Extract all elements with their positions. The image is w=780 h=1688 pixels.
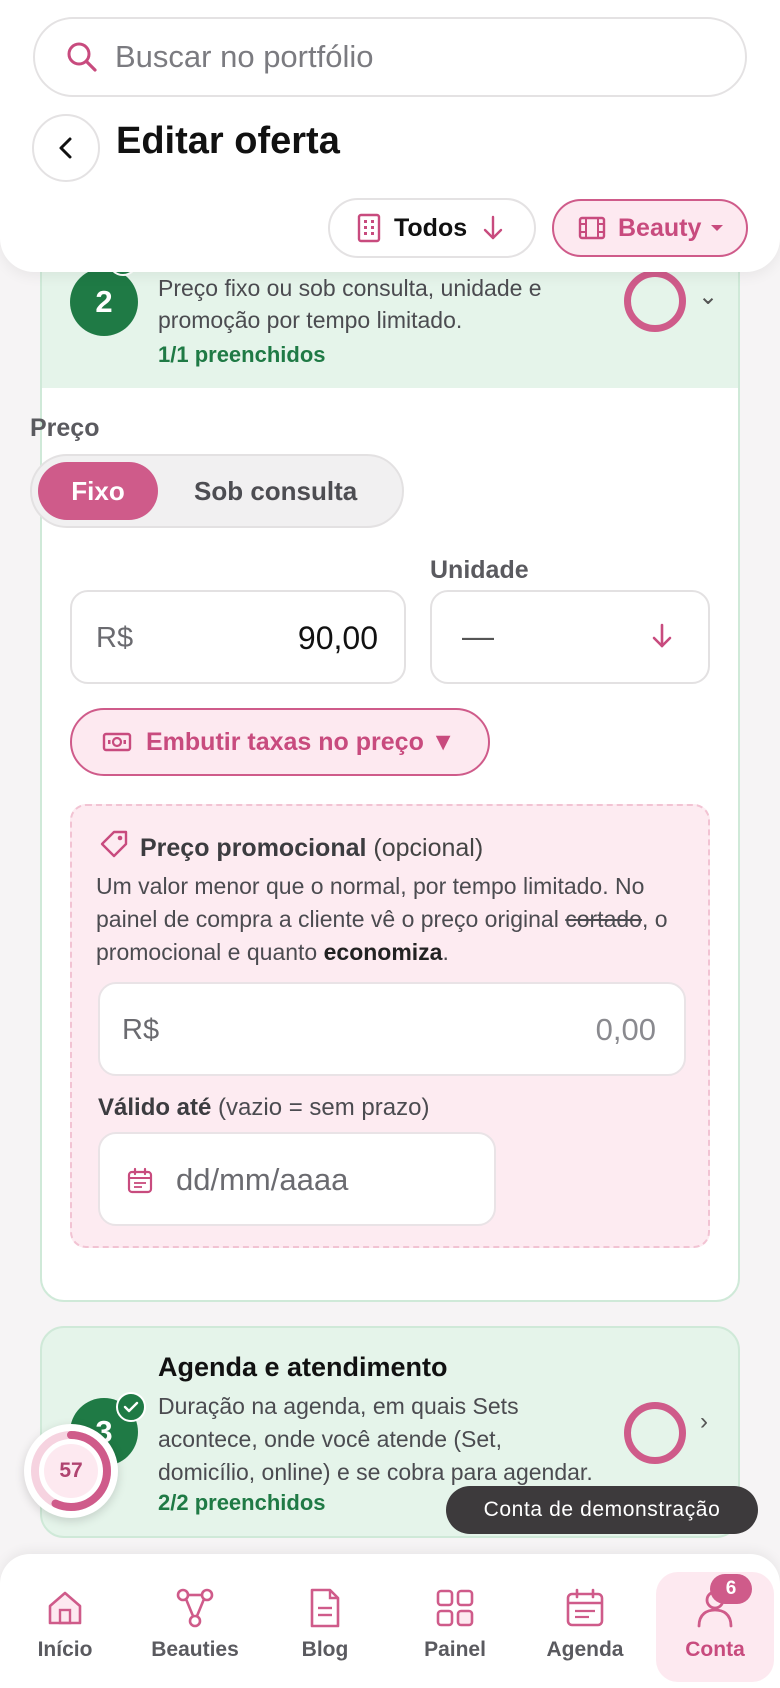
- promo-price-field[interactable]: R$ 0,00: [98, 982, 686, 1076]
- search-icon: [67, 42, 97, 72]
- completion-progress-badge[interactable]: 57: [24, 1424, 118, 1518]
- filter-todos-label: Todos: [394, 213, 468, 242]
- nav-item-painel[interactable]: Painel: [390, 1554, 520, 1688]
- section-title: Agenda e atendimento: [158, 1352, 448, 1382]
- valid-until-date-field[interactable]: dd/mm/aaaa: [98, 1132, 496, 1226]
- building-icon: [357, 213, 381, 243]
- step-number-badge: 2: [70, 268, 138, 336]
- chevron-left-icon: [59, 137, 72, 159]
- nav-label: Beauties: [151, 1638, 239, 1661]
- filter-todos-button[interactable]: Todos: [328, 198, 536, 258]
- promo-desc-strike: cortado: [565, 906, 642, 932]
- promo-desc-bold: economiza: [323, 939, 443, 965]
- calendar-icon: [566, 1588, 604, 1627]
- search-bar[interactable]: Buscar no portfólio: [33, 17, 747, 97]
- price-value[interactable]: 90,00: [298, 620, 378, 657]
- promo-title-suffix: (opcional): [373, 834, 484, 862]
- embed-fees-label: Embutir taxas no preço ▼: [146, 727, 456, 756]
- promo-price-placeholder[interactable]: 0,00: [596, 1012, 656, 1048]
- date-placeholder[interactable]: dd/mm/aaaa: [176, 1162, 348, 1198]
- promo-price-box: Preço promocional (opcional) Um valor me…: [70, 804, 710, 1248]
- embed-fees-button[interactable]: Embutir taxas no preço ▼: [70, 708, 490, 776]
- option-consult-button[interactable]: Sob consulta: [194, 476, 357, 507]
- nav-item-blog[interactable]: Blog: [260, 1554, 390, 1688]
- demo-account-toast: Conta de demonstração: [446, 1486, 758, 1534]
- back-button[interactable]: [32, 114, 100, 182]
- section-description-line2: acontece, onde você atende (Set,: [158, 1426, 502, 1452]
- progress-value: 57: [59, 1459, 83, 1482]
- nav-item-agenda[interactable]: Agenda: [520, 1554, 650, 1688]
- filter-beauty-label: Beauty: [618, 213, 702, 242]
- nav-label: Início: [37, 1638, 93, 1661]
- money-icon: [102, 732, 132, 752]
- section-description-line1: Duração na agenda, em quais Sets: [158, 1393, 519, 1419]
- calendar-icon: [127, 1167, 153, 1194]
- promo-desc-part1: Um valor menor que o normal, por tempo l…: [96, 873, 645, 932]
- check-icon: [116, 1392, 146, 1422]
- nav-label: Blog: [301, 1638, 349, 1661]
- nav-item-beauties[interactable]: Beauties: [130, 1554, 260, 1688]
- arrow-down-icon: [652, 623, 672, 648]
- nav-label: Conta: [685, 1638, 745, 1661]
- grid-icon: [436, 1589, 474, 1627]
- unit-label: Unidade: [430, 556, 529, 584]
- progress-ring-icon: [624, 1402, 686, 1464]
- unit-value: —: [462, 618, 494, 654]
- network-icon: [176, 1588, 214, 1628]
- nav-item-conta[interactable]: Conta: [650, 1554, 780, 1688]
- option-fixed-button[interactable]: Fixo: [38, 462, 158, 520]
- chevron-down-icon[interactable]: ⌄: [698, 282, 718, 311]
- promo-description: Um valor menor que o normal, por tempo l…: [96, 870, 696, 969]
- price-label: Preço: [30, 414, 100, 442]
- chevron-right-icon[interactable]: ›: [700, 1408, 708, 1436]
- promo-title: Preço promocional (opcional): [140, 834, 483, 863]
- caret-down-icon: [711, 225, 724, 231]
- filter-beauty-button[interactable]: Beauty: [552, 199, 748, 257]
- top-header: Buscar no portfólio Editar oferta Todos: [0, 0, 780, 272]
- progress-ring-icon: [624, 270, 686, 332]
- nav-item-inicio[interactable]: Início: [0, 1554, 130, 1688]
- section-filled-count: 2/2 preenchidos: [158, 1490, 326, 1515]
- valid-until-text: Válido até: [98, 1094, 212, 1121]
- unit-select[interactable]: —: [430, 590, 710, 684]
- search-input[interactable]: Buscar no portfólio: [115, 39, 373, 75]
- document-icon: [310, 1588, 340, 1628]
- valid-until-label: Válido até (vazio = sem prazo): [98, 1094, 429, 1122]
- currency-prefix: R$: [96, 622, 134, 654]
- price-field[interactable]: R$ 90,00: [70, 590, 406, 684]
- nav-label: Painel: [424, 1638, 486, 1661]
- film-icon: [578, 216, 606, 240]
- arrow-down-icon: [483, 215, 503, 240]
- section-filled-count: 1/1 preenchidos: [158, 342, 326, 367]
- currency-prefix: R$: [122, 1014, 160, 1046]
- nav-label: Agenda: [546, 1638, 624, 1661]
- notification-badge: 6: [710, 1574, 752, 1604]
- price-type-toggle: Fixo Sob consulta: [30, 454, 404, 528]
- home-icon: [48, 1591, 82, 1625]
- promo-title-text: Preço promocional: [140, 834, 367, 862]
- section-description-line2: promoção por tempo limitado.: [158, 307, 463, 333]
- tag-icon: [100, 830, 128, 858]
- promo-desc-end: .: [442, 939, 449, 965]
- section-description-line1: Preço fixo ou sob consulta, unidade e: [158, 275, 542, 301]
- bottom-navigation: Início Beauties Blog Painel Agenda Conta: [0, 1554, 780, 1688]
- page-title: Editar oferta: [116, 120, 340, 162]
- valid-until-hint: (vazio = sem prazo): [218, 1094, 430, 1121]
- section-description-line3: domicílio, online) e se cobra para agend…: [158, 1459, 593, 1485]
